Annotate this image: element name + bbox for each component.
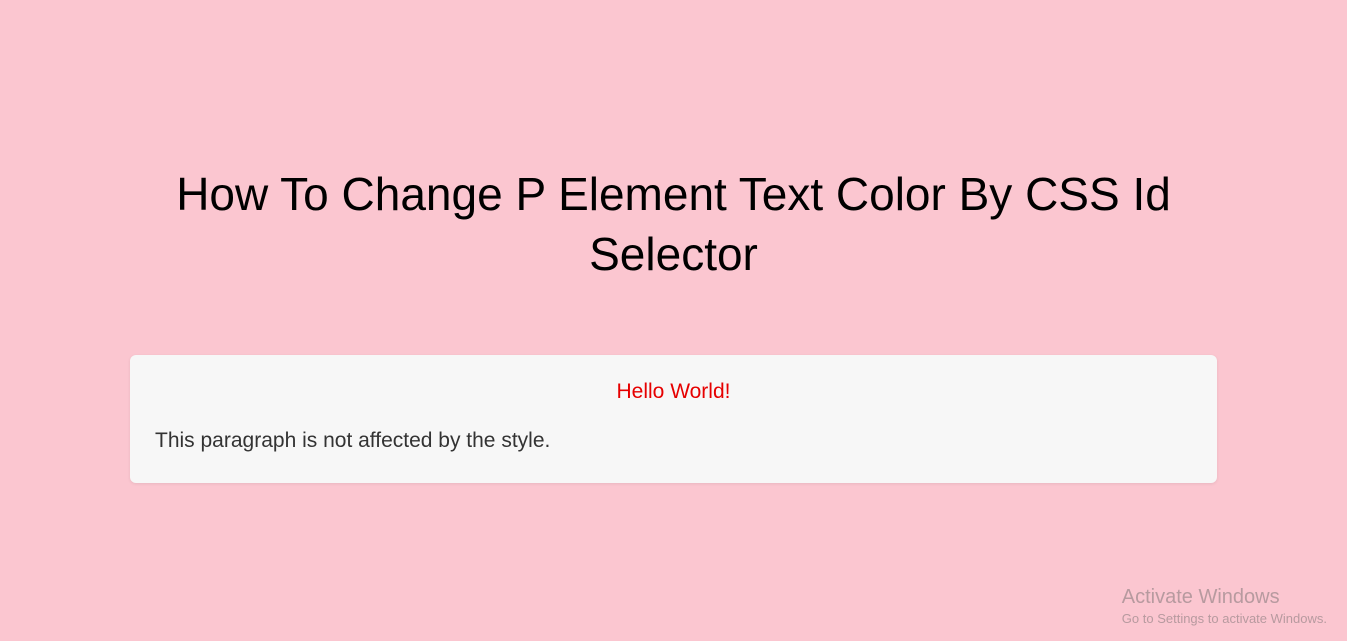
unstyled-paragraph: This paragraph is not affected by the st…	[155, 429, 1192, 453]
page-title: How To Change P Element Text Color By CS…	[0, 165, 1347, 285]
styled-paragraph: Hello World!	[155, 380, 1192, 404]
windows-activation-watermark: Activate Windows Go to Settings to activ…	[1122, 586, 1327, 626]
watermark-subtitle: Go to Settings to activate Windows.	[1122, 611, 1327, 626]
example-box: Hello World! This paragraph is not affec…	[130, 355, 1217, 483]
watermark-title: Activate Windows	[1122, 586, 1327, 609]
content-wrapper: How To Change P Element Text Color By CS…	[0, 0, 1347, 483]
